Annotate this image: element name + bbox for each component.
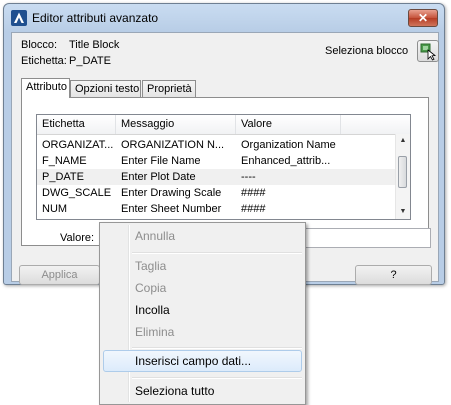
cell-prompt: Enter Sheet Number [121,203,222,215]
scroll-thumb[interactable] [398,156,407,188]
table-row[interactable]: DWG_SCALE Enter Drawing Scale #### [37,185,396,201]
column-header-tag[interactable]: Etichetta [37,115,116,134]
column-header-value[interactable]: Valore [236,115,341,134]
column-header-prompt[interactable]: Messaggio [116,115,236,134]
pick-block-cursor-icon [420,43,437,61]
attribute-list[interactable]: Etichetta Messaggio Valore ORGANIZAT... … [36,114,411,220]
list-header: Etichetta Messaggio Valore [37,115,410,135]
help-button[interactable]: ? [355,265,432,285]
cell-prompt: Enter Drawing Scale [121,187,222,199]
table-row[interactable]: F_NAME Enter File Name Enhanced_attrib..… [37,153,396,169]
title-bar[interactable]: Editor attributi avanzato ✕ [4,4,444,32]
cell-value: ---- [241,171,256,183]
menu-separator [132,377,302,379]
autocad-app-icon [11,10,27,26]
tab-attributo[interactable]: Attributo [21,78,70,98]
list-vertical-scrollbar[interactable]: ▲ ▼ [395,134,410,219]
menu-separator [132,347,302,349]
cell-value: #### [241,187,266,199]
menu-item-seleziona-tutto[interactable]: Seleziona tutto [103,380,302,402]
close-icon: ✕ [417,11,429,25]
table-row[interactable]: ORGANIZAT... ORGANIZATION N... Organizat… [37,137,396,153]
select-block-label: Seleziona blocco [325,45,409,57]
value-label: Valore: [60,232,95,244]
close-button[interactable]: ✕ [408,9,438,27]
block-name: Title Block [69,39,120,51]
cell-prompt: Enter File Name [121,155,201,167]
cell-value: #### [241,203,266,215]
cell-prompt: Enter Plot Date [121,171,196,183]
block-label: Blocco: [21,39,58,51]
cell-tag: P_DATE [42,171,84,183]
tab-opzioni-testo[interactable]: Opzioni testo [70,80,141,97]
cell-value: Organization Name [241,139,336,151]
table-row-selected[interactable]: P_DATE Enter Plot Date ---- [37,169,396,185]
menu-item-incolla[interactable]: Incolla [103,299,302,321]
menu-item-elimina[interactable]: Elimina [103,321,302,343]
cell-tag: F_NAME [42,155,87,167]
apply-button[interactable]: Applica [19,265,100,285]
cell-prompt: ORGANIZATION N... [121,139,225,151]
menu-item-annulla[interactable]: Annulla [103,225,302,247]
cell-tag: DWG_SCALE [42,187,112,199]
tab-proprieta[interactable]: Proprietà [142,80,196,97]
scroll-down-icon[interactable]: ▼ [396,205,410,219]
cell-value: Enhanced_attrib... [241,155,331,167]
context-menu: Annulla Taglia Copia Incolla Elimina Ins… [99,222,306,405]
cell-tag: NUM [42,203,68,215]
menu-separator [132,252,302,254]
tag-label: Etichetta: [21,55,67,67]
menu-item-copia[interactable]: Copia [103,277,302,299]
menu-item-inserisci-campo[interactable]: Inserisci campo dati... [103,350,302,372]
menu-item-taglia[interactable]: Taglia [103,255,302,277]
tag-name: P_DATE [69,55,111,67]
cell-tag: ORGANIZAT... [42,139,114,151]
table-row[interactable]: NUM Enter Sheet Number #### [37,201,396,217]
scroll-up-icon[interactable]: ▲ [396,134,410,148]
select-block-button[interactable] [417,40,439,62]
window-title: Editor attributi avanzato [32,11,159,25]
